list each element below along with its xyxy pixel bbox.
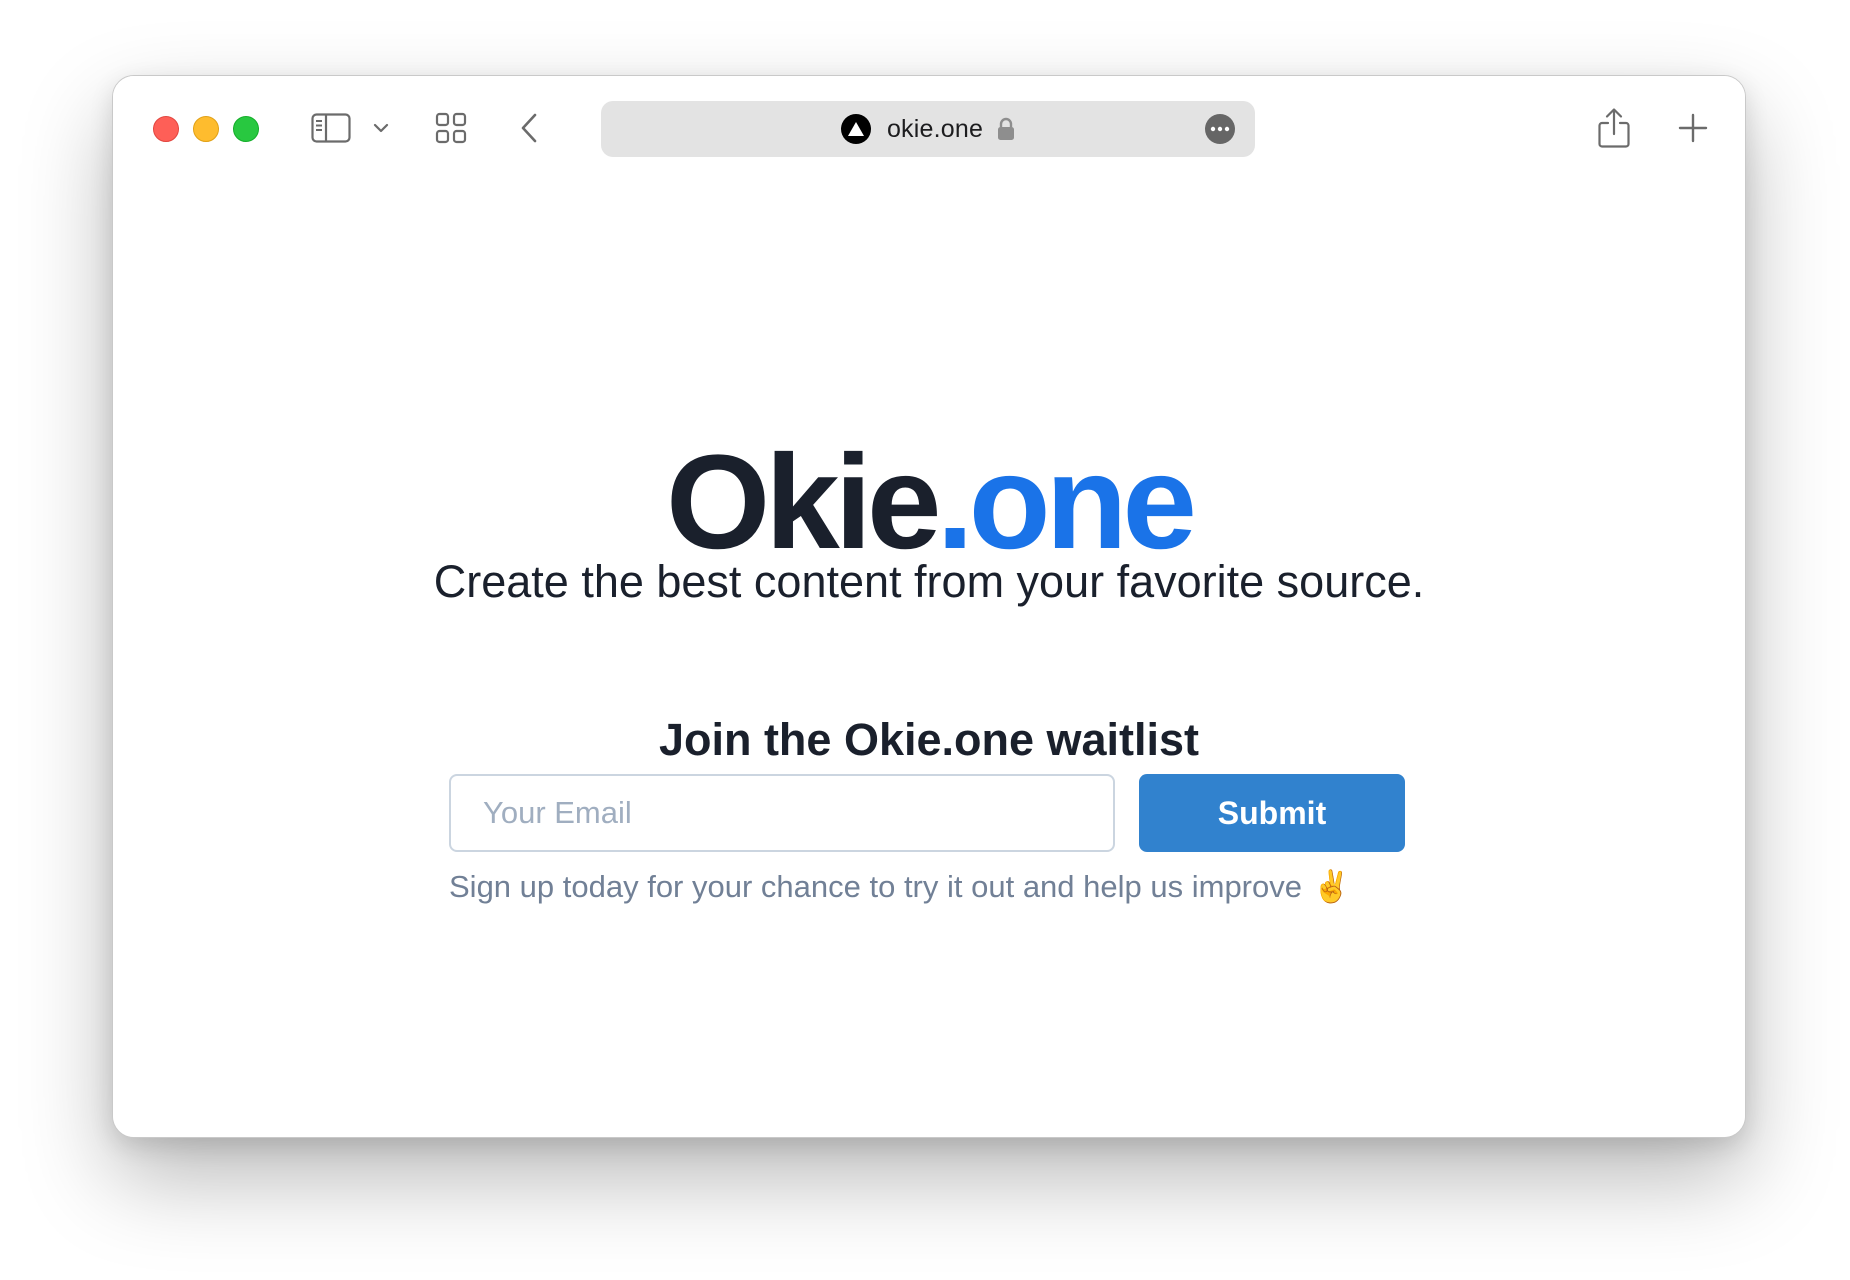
lock-icon: [997, 117, 1015, 141]
signup-note-text: Sign up today for your chance to try it …: [449, 869, 1302, 904]
signup-note: Sign up today for your chance to try it …: [449, 868, 1429, 905]
minimize-window-button[interactable]: [193, 116, 219, 142]
screenshot-stage: okie.one Okie.one Create the best conten…: [0, 0, 1850, 1280]
sidebar-icon[interactable]: [309, 108, 353, 148]
browser-toolbar: okie.one: [113, 76, 1745, 178]
back-arrow-icon[interactable]: [511, 108, 547, 148]
victory-hand-icon: ✌️: [1311, 869, 1351, 904]
share-icon[interactable]: [1593, 104, 1635, 152]
more-icon[interactable]: [1205, 114, 1235, 144]
plus-icon[interactable]: [1673, 108, 1713, 148]
tagline: Create the best content from your favori…: [433, 556, 1425, 607]
page-content: Okie.one Create the best content from yo…: [113, 178, 1745, 1137]
submit-button[interactable]: Submit: [1139, 774, 1405, 852]
chevron-down-icon[interactable]: [369, 116, 393, 140]
logo-part-one: .one: [936, 428, 1197, 577]
browser-window: okie.one Okie.one Create the best conten…: [112, 75, 1746, 1138]
email-input[interactable]: [449, 774, 1115, 852]
close-window-button[interactable]: [153, 116, 179, 142]
logo-part-okie: Okie: [666, 428, 942, 577]
site-logo: Okie.one: [113, 436, 1745, 570]
triangle-site-icon: [840, 114, 871, 144]
address-bar[interactable]: okie.one: [601, 101, 1255, 157]
tab-overview-icon[interactable]: [431, 108, 471, 148]
address-content: okie.one: [601, 101, 1255, 157]
fullscreen-window-button[interactable]: [233, 116, 259, 142]
waitlist-heading: Join the Okie.one waitlist: [658, 714, 1200, 765]
url-text: okie.one: [886, 114, 984, 143]
